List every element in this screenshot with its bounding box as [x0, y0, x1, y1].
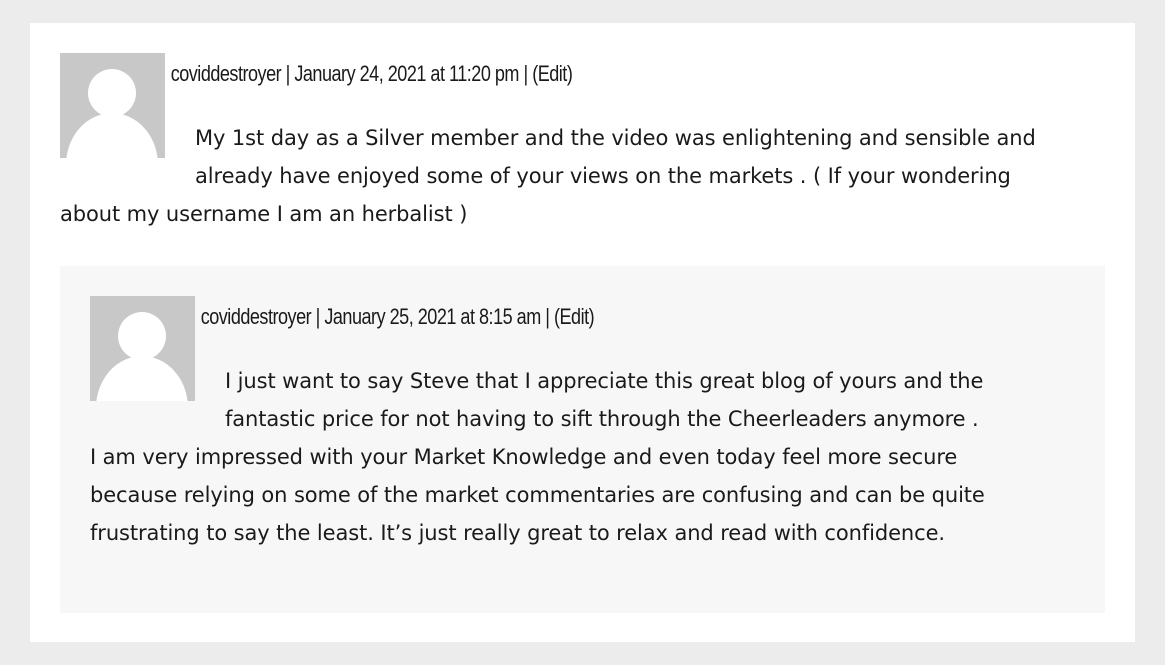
comment-paragraph: I am very impressed with your Market Kno…	[90, 445, 985, 545]
comment-date[interactable]: January 25, 2021 at 8:15 am	[324, 304, 541, 329]
comment-body: My 1st day as a Silver member and the vi…	[60, 95, 1075, 233]
comment-author: coviddestroyer	[200, 304, 312, 329]
edit-link[interactable]: (Edit)	[532, 61, 573, 86]
comments-card: coviddestroyer | January 24, 2021 at 11:…	[30, 23, 1135, 642]
comment-meta: coviddestroyer | January 24, 2021 at 11:…	[60, 53, 892, 95]
meta-separator: |	[518, 61, 533, 86]
comment: coviddestroyer | January 24, 2021 at 11:…	[60, 53, 1075, 233]
meta-separator: |	[540, 304, 554, 329]
comment-paragraph: My 1st day as a Silver member and the vi…	[60, 126, 1036, 226]
meta-separator: |	[281, 61, 295, 86]
reply-comment: coviddestroyer | January 25, 2021 at 8:1…	[90, 296, 1050, 552]
reply-thread: coviddestroyer | January 25, 2021 at 8:1…	[60, 266, 1105, 613]
edit-link[interactable]: (Edit)	[554, 304, 595, 329]
comment-author: coviddestroyer	[170, 61, 282, 86]
comment-meta: coviddestroyer | January 25, 2021 at 8:1…	[90, 296, 877, 338]
comment-date[interactable]: January 24, 2021 at 11:20 pm	[294, 61, 519, 86]
meta-separator: |	[311, 304, 325, 329]
comment-body: I just want to say Steve that I apprecia…	[90, 338, 1050, 552]
comment-paragraph: I just want to say Steve that I apprecia…	[225, 369, 984, 431]
